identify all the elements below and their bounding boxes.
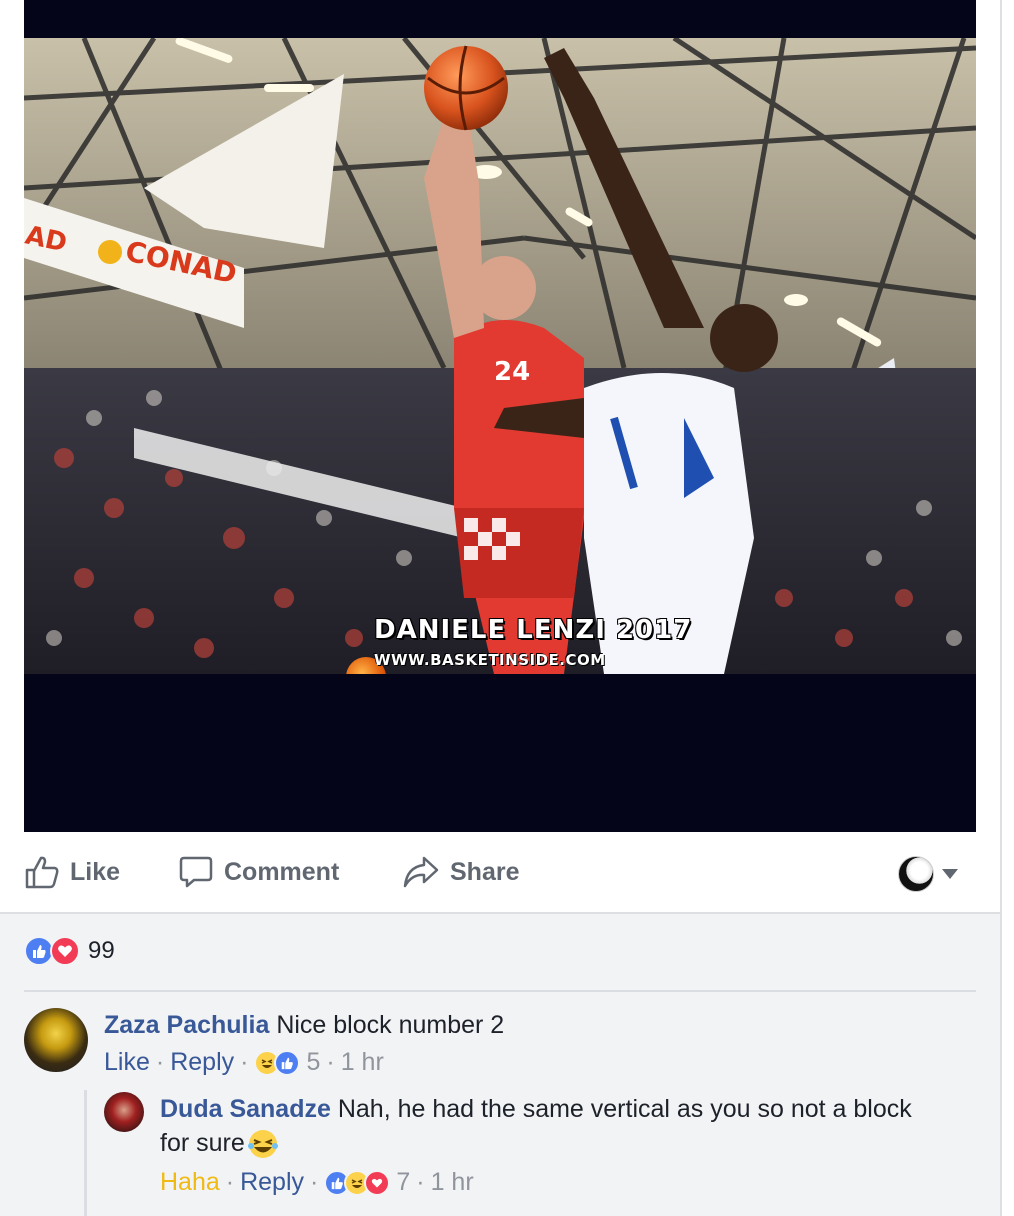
reply-thread-line [84, 1090, 87, 1216]
basketball-photo: AD CONAD 24 [24, 38, 976, 674]
separator: · [155, 1048, 165, 1076]
comment-bubble-icon [179, 856, 213, 888]
comment-body: Zaza Pachulia Nice block number 2 [104, 1008, 964, 1042]
like-label: Like [70, 857, 121, 886]
separator: · [225, 1168, 235, 1196]
watermark-credit: DANIELE LENZI 2017 [374, 615, 693, 645]
reactions-summary[interactable]: 99 [24, 934, 115, 968]
comment-reactions[interactable]: 5 [254, 1048, 320, 1077]
comment-button[interactable]: Comment [178, 854, 339, 890]
laughing-emoji-icon [247, 1130, 278, 1159]
share-button[interactable]: Share [402, 854, 519, 890]
reaction-count: 99 [88, 937, 115, 964]
chevron-down-icon [942, 869, 958, 879]
post-action-bar: Like Comment Share [0, 832, 1000, 912]
reaction-as-selector[interactable] [898, 856, 958, 892]
share-label: Share [450, 857, 520, 886]
like-reaction-icon [274, 1049, 301, 1076]
avatar[interactable] [104, 1092, 144, 1132]
avatar[interactable] [24, 1008, 88, 1072]
comment-reaction-count: 5 [306, 1048, 321, 1076]
comment-text: Nice block number 2 [276, 1011, 505, 1039]
separator: · [310, 1168, 319, 1196]
comment-author[interactable]: Duda Sanadze [160, 1095, 331, 1123]
love-reaction-icon [50, 936, 80, 966]
post-card: AD CONAD 24 DANIELE LENZI 2017 WWW.BASKE… [0, 0, 1000, 1216]
separator: · [416, 1168, 425, 1196]
comment-reactions[interactable]: 7 [324, 1168, 410, 1197]
photo-watermark: DANIELE LENZI 2017 WWW.BASKETINSIDE.COM [324, 613, 691, 674]
comment-actions: Haha · Reply · 7 · 1 hr [160, 1168, 474, 1197]
comment-reply-link[interactable]: Reply [240, 1168, 304, 1197]
comment-timestamp[interactable]: 1 hr [341, 1048, 384, 1077]
post-photo[interactable]: AD CONAD 24 DANIELE LENZI 2017 WWW.BASKE… [24, 38, 976, 674]
page-avatar [898, 856, 934, 892]
comment-author[interactable]: Zaza Pachulia [104, 1011, 269, 1039]
reply-body: Duda Sanadze Nah, he had the same vertic… [160, 1092, 930, 1160]
separator: · [240, 1048, 249, 1076]
comment-label: Comment [224, 857, 340, 886]
comment-timestamp[interactable]: 1 hr [431, 1168, 474, 1197]
watermark-url: WWW.BASKETINSIDE.COM [374, 651, 606, 669]
separator: · [326, 1048, 335, 1076]
card-border [1000, 0, 1002, 1216]
comment-haha-link[interactable]: Haha [160, 1168, 220, 1197]
jersey-number: 24 [494, 357, 530, 387]
comment-reaction-count: 7 [396, 1168, 411, 1196]
divider [24, 990, 976, 992]
thumbs-up-icon [25, 856, 59, 889]
share-arrow-icon [403, 856, 439, 888]
post-photo-frame[interactable]: AD CONAD 24 DANIELE LENZI 2017 WWW.BASKE… [24, 0, 976, 832]
comment-like-link[interactable]: Like [104, 1048, 150, 1077]
like-button[interactable]: Like [24, 854, 120, 890]
love-reaction-icon [364, 1169, 391, 1196]
comment-actions: Like · Reply · 5 · 1 hr [104, 1048, 384, 1077]
comment-reply-link[interactable]: Reply [170, 1048, 234, 1077]
